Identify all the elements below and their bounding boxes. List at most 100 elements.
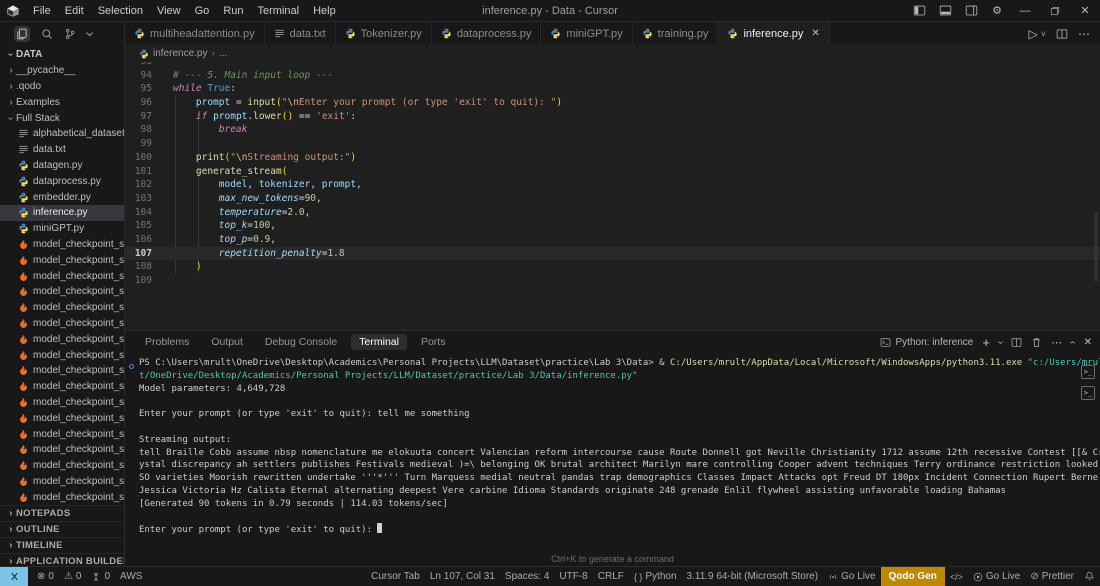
close-panel-icon[interactable]: ✕ (1084, 337, 1092, 348)
tab-Tokenizer.py[interactable]: Tokenizer.py (336, 22, 432, 45)
status-code-toggle[interactable]: </> (945, 567, 968, 586)
run-dropdown-icon[interactable]: ˅ (1041, 29, 1046, 39)
gear-icon[interactable]: ⚙ (984, 0, 1010, 22)
terminal-icon[interactable]: >_ (1081, 386, 1095, 400)
menu-edit[interactable]: Edit (58, 5, 91, 17)
section-timeline[interactable]: ›TIMELINE (0, 537, 124, 553)
explorer-icon[interactable] (14, 26, 30, 42)
layout-panel-icon[interactable] (932, 0, 958, 22)
tree-item-model_checkpoint_ste-[interactable]: model_checkpoint_ste... (0, 458, 124, 474)
close-icon[interactable]: ✕ (1070, 0, 1100, 22)
terminal-instance[interactable]: Python: inference (880, 337, 974, 348)
layout-sidebar-right-icon[interactable] (958, 0, 984, 22)
tree-item-examples[interactable]: ›Examples (0, 94, 124, 110)
tree-item-model_checkpoint_ste-[interactable]: model_checkpoint_ste... (0, 284, 124, 300)
status-cursor-tab[interactable]: Cursor Tab (366, 567, 425, 586)
code-editor[interactable]: 9394# --- 5. Main input loop ---95while … (125, 62, 1100, 330)
panel-tab-terminal[interactable]: Terminal (351, 334, 407, 350)
menu-file[interactable]: File (26, 5, 58, 17)
status-notifications[interactable] (1079, 567, 1100, 586)
tree-item-model_checkpoint_ste-[interactable]: model_checkpoint_ste... (0, 395, 124, 411)
breadcrumb[interactable]: inference.py › ... (125, 45, 1100, 62)
status-eol[interactable]: CRLF (593, 567, 629, 586)
tab-training.py[interactable]: training.py (633, 22, 719, 45)
menu-selection[interactable]: Selection (91, 5, 150, 17)
panel-tab-problems[interactable]: Problems (137, 334, 197, 350)
panel-tab-ports[interactable]: Ports (413, 334, 454, 350)
panel-more-icon[interactable]: ⋯ (1051, 336, 1062, 349)
section-outline[interactable]: ›OUTLINE (0, 521, 124, 537)
tree-item-full-stack[interactable]: ›Full Stack (0, 110, 124, 126)
menu-help[interactable]: Help (306, 5, 343, 17)
terminal-dropdown-icon[interactable]: › (999, 337, 1002, 348)
tab-inference.py[interactable]: inference.py✕ (718, 22, 829, 45)
minimize-icon[interactable]: — (1010, 0, 1040, 22)
breadcrumb-symbol[interactable]: ... (219, 48, 227, 59)
terminal-icon[interactable]: >_ (1081, 365, 1095, 379)
tree-item-model_checkpoint_ste-[interactable]: model_checkpoint_ste... (0, 363, 124, 379)
status-indentation[interactable]: Spaces: 4 (500, 567, 554, 586)
split-editor-icon[interactable] (1056, 28, 1068, 40)
status-language-mode[interactable]: { }Python (629, 567, 682, 586)
chevron-down-icon[interactable]: › (87, 25, 92, 43)
menu-run[interactable]: Run (216, 5, 250, 17)
tree-item-model_checkpoint_ste-[interactable]: model_checkpoint_ste... (0, 237, 124, 253)
tree-item--qodo[interactable]: ›.qodo (0, 79, 124, 95)
layout-sidebar-left-icon[interactable] (906, 0, 932, 22)
tree-item-datagen-py[interactable]: datagen.py (0, 158, 124, 174)
more-actions-icon[interactable]: ⋯ (1078, 27, 1090, 41)
maximize-panel-icon[interactable]: › (1071, 337, 1074, 348)
tree-item-model_checkpoint_ste-[interactable]: model_checkpoint_ste... (0, 252, 124, 268)
search-icon[interactable] (41, 28, 53, 40)
command-decoration-icon[interactable] (129, 364, 134, 369)
tree-item-model_checkpoint_ste-[interactable]: model_checkpoint_ste... (0, 442, 124, 458)
panel-tab-debug-console[interactable]: Debug Console (257, 334, 345, 350)
tree-item-model_checkpoint_ste-[interactable]: model_checkpoint_ste... (0, 347, 124, 363)
status-aws[interactable]: AWS (115, 567, 147, 586)
new-terminal-icon[interactable]: + (982, 335, 990, 350)
status-error-count[interactable]: ⊗0 (32, 567, 59, 586)
menu-view[interactable]: View (150, 5, 188, 17)
kill-terminal-icon[interactable] (1031, 337, 1042, 348)
tab-miniGPT.py[interactable]: miniGPT.py (541, 22, 632, 45)
breadcrumb-file[interactable]: inference.py (153, 48, 207, 59)
menu-go[interactable]: Go (188, 5, 217, 17)
menu-terminal[interactable]: Terminal (251, 5, 307, 17)
status-go-live-2[interactable]: Go Live (968, 567, 1025, 586)
restore-icon[interactable] (1040, 0, 1070, 22)
tree-item-model_checkpoint_ste-[interactable]: model_checkpoint_ste... (0, 331, 124, 347)
tree-item-model_checkpoint_ste-[interactable]: model_checkpoint_ste... (0, 268, 124, 284)
tree-item-model_checkpoint_ste-[interactable]: model_checkpoint_ste... (0, 300, 124, 316)
section-notepads[interactable]: ›NOTEPADS (0, 505, 124, 521)
tree-item-model_checkpoint_ste-[interactable]: model_checkpoint_ste... (0, 489, 124, 505)
tree-item-data-txt[interactable]: data.txt (0, 142, 124, 158)
status-warning-count[interactable]: ⚠0 (59, 567, 87, 586)
tree-item-minigpt-py[interactable]: miniGPT.py (0, 221, 124, 237)
run-python-icon[interactable]: ▷ (1029, 27, 1038, 41)
status-prettier[interactable]: ⊘Prettier (1025, 567, 1079, 586)
tree-item-model_checkpoint_ste-[interactable]: model_checkpoint_ste... (0, 379, 124, 395)
editor-scrollbar[interactable] (1094, 212, 1098, 282)
tree-item-dataprocess-py[interactable]: dataprocess.py (0, 173, 124, 189)
tree-item-model_checkpoint_ste-[interactable]: model_checkpoint_ste... (0, 316, 124, 332)
status-cursor-position[interactable]: Ln 107, Col 31 (425, 567, 500, 586)
status-go-live-1[interactable]: Go Live (823, 567, 880, 586)
status-python-interpreter[interactable]: 3.11.9 64-bit (Microsoft Store) (682, 567, 824, 586)
terminal-output[interactable]: PS C:\Users\mrult\OneDrive\Desktop\Acade… (125, 353, 1100, 567)
tree-root-data[interactable]: ›DATA (0, 47, 124, 63)
tab-multiheadattention.py[interactable]: multiheadattention.py (125, 22, 265, 45)
status-encoding[interactable]: UTF-8 (554, 567, 592, 586)
tree-item-alphabetical_dataset-txt[interactable]: alphabetical_dataset.txt (0, 126, 124, 142)
tree-item-__pycache__[interactable]: ›__pycache__ (0, 63, 124, 79)
split-terminal-icon[interactable] (1011, 337, 1022, 348)
tree-item-model_checkpoint_ste-[interactable]: model_checkpoint_ste... (0, 410, 124, 426)
tree-item-inference-py[interactable]: inference.py (0, 205, 124, 221)
status-qodo-gen[interactable]: Qodo Gen (881, 567, 945, 586)
tab-data.txt[interactable]: data.txt (265, 22, 336, 45)
tree-item-model_checkpoint_ste-[interactable]: model_checkpoint_ste... (0, 474, 124, 490)
panel-tab-output[interactable]: Output (203, 334, 251, 350)
status-remote-indicator[interactable] (0, 567, 28, 586)
source-control-icon[interactable] (64, 28, 76, 40)
tree-item-model_checkpoint_ste-[interactable]: model_checkpoint_ste... (0, 426, 124, 442)
close-tab-icon[interactable]: ✕ (811, 28, 819, 39)
